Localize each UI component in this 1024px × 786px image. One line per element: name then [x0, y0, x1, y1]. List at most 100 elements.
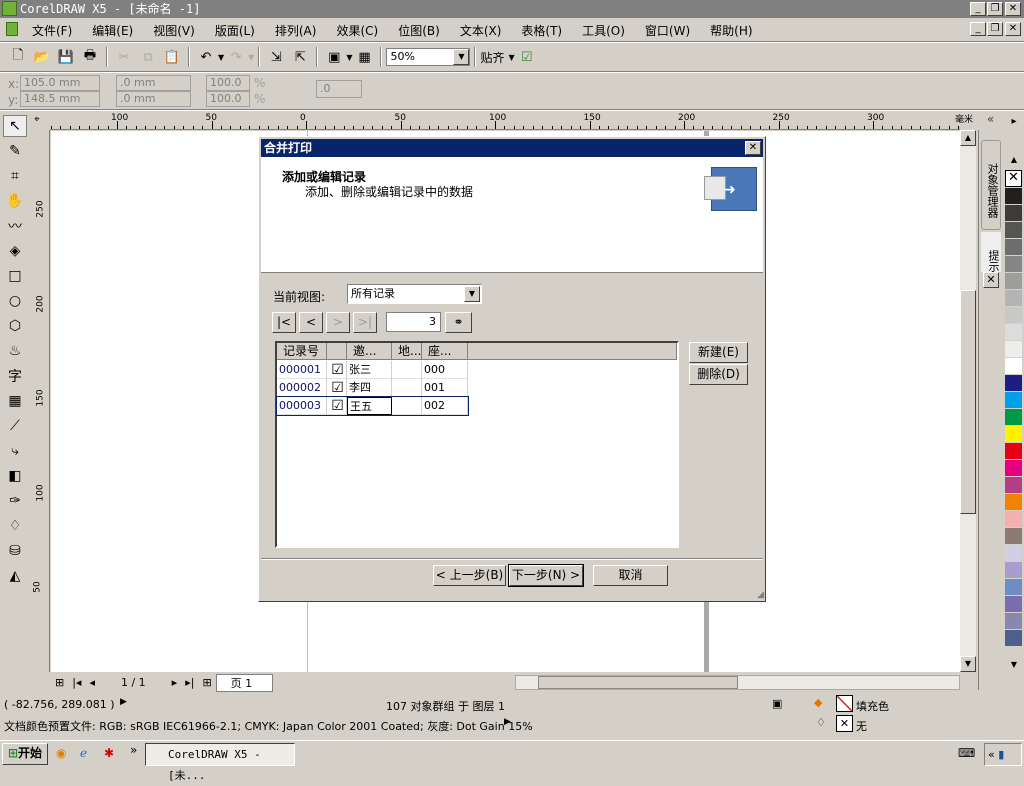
close-button[interactable]: ✕ [1005, 2, 1021, 16]
palette-scroll-down[interactable]: ▼ [1005, 660, 1023, 669]
start-button[interactable]: ⊞开始 [2, 743, 48, 765]
table-cell[interactable]: 000003 [277, 397, 327, 415]
undo-dropdown-icon[interactable]: ▼ [218, 53, 224, 62]
import-icon[interactable]: ⇲ [266, 47, 286, 67]
keyboard-icon[interactable]: ⌨ [958, 746, 975, 760]
column-header[interactable]: 座... [422, 343, 468, 360]
menu-item[interactable]: 排列(A) [275, 22, 317, 39]
first-page-icon[interactable]: |◂ [72, 676, 81, 689]
color-profile-info[interactable]: 文档颜色预置文件: RGB: sRGB IEC61966-2.1; CMYK: … [4, 718, 533, 734]
export-icon[interactable]: ⇱ [290, 47, 310, 67]
no-color-swatch[interactable]: ✕ [1005, 170, 1022, 187]
palette-swatch[interactable] [1005, 188, 1022, 205]
menu-item[interactable]: 视图(V) [153, 22, 195, 39]
tab-hints[interactable]: 提示 [981, 232, 1001, 272]
palette-swatch[interactable] [1005, 562, 1022, 579]
scroll-thumb[interactable] [960, 290, 976, 514]
prev-page-icon[interactable]: ◂ [89, 676, 95, 689]
outline-tool-icon[interactable]: ♢ [3, 515, 27, 537]
pan-tool-icon[interactable]: ✋ [3, 190, 27, 212]
interactive-fill-icon[interactable]: ◭ [3, 565, 27, 587]
table-row[interactable]: 000001 ☑ 张三 000 [277, 361, 468, 379]
width-field[interactable]: .0 mm [116, 75, 191, 91]
restore-button[interactable]: ❐ [987, 2, 1003, 16]
rotation-field[interactable]: .0 [316, 80, 362, 98]
taskbar-coreldraw-button[interactable]: CorelDRAW X5 - [未... [145, 743, 295, 782]
menu-item[interactable]: 帮助(H) [710, 22, 752, 39]
outline-swatch[interactable]: ✕ [836, 715, 853, 732]
record-checkbox[interactable]: ☑ [327, 397, 347, 415]
new-icon[interactable]: 🗋 [8, 47, 28, 67]
first-record-button[interactable]: |< [272, 312, 296, 333]
palette-swatch[interactable] [1005, 494, 1022, 511]
palette-swatch[interactable] [1005, 222, 1022, 239]
undo-icon[interactable]: ↶ [196, 47, 216, 67]
table-cell[interactable]: 李四 [347, 379, 392, 397]
palette-swatch[interactable] [1005, 273, 1022, 290]
palette-swatch[interactable] [1005, 256, 1022, 273]
minimize-button[interactable]: _ [970, 2, 986, 16]
zoom-select[interactable]: 50% ▼ [386, 48, 471, 66]
column-header[interactable]: 邀... [347, 343, 392, 360]
paste-icon[interactable]: 📋 [162, 47, 182, 67]
menu-item[interactable]: 文本(X) [460, 22, 502, 39]
palette-swatch[interactable] [1005, 375, 1022, 392]
add-page-icon[interactable]: ⊞ [55, 676, 64, 689]
table-tool-icon[interactable]: ▦ [3, 390, 27, 412]
back-button[interactable]: < 上一步(B) [433, 565, 506, 586]
fill-tool-icon[interactable]: ⛁ [3, 540, 27, 562]
quicklaunch-more-icon[interactable]: » [130, 743, 137, 757]
table-cell[interactable]: 001 [422, 379, 468, 397]
palette-scroll-up[interactable]: ▲ [1005, 155, 1023, 164]
scale-y-field[interactable]: 100.0 [206, 91, 250, 107]
menu-item[interactable]: 位图(B) [398, 22, 440, 39]
print-icon[interactable]: 🖶 [80, 47, 100, 67]
redo-dropdown-icon[interactable]: ▼ [248, 53, 254, 62]
find-binoculars-icon[interactable]: ⚭ [445, 312, 472, 333]
record-checkbox[interactable]: ☑ [327, 379, 347, 397]
palette-menu-icon[interactable]: ▸ [1005, 116, 1023, 132]
menu-item[interactable]: 效果(C) [336, 22, 378, 39]
snap-to-button[interactable]: 贴齐 [480, 49, 504, 66]
new-record-button[interactable]: 新建(E) [689, 342, 748, 363]
color-proof-icon[interactable]: ▣ [772, 697, 782, 710]
shape-tool-icon[interactable]: ✎ [3, 140, 27, 162]
tab-object-manager[interactable]: 对象管理器 [981, 140, 1001, 230]
column-header[interactable] [327, 343, 347, 360]
close-docker-icon[interactable]: ✕ [983, 272, 999, 288]
palette-swatch[interactable] [1005, 613, 1022, 630]
menu-item[interactable]: 版面(L) [215, 22, 255, 39]
text-tool-icon[interactable]: 字 [3, 365, 27, 387]
palette-swatch[interactable] [1005, 358, 1022, 375]
x-position-field[interactable]: 105.0 mm [20, 75, 100, 91]
smart-fill-icon[interactable]: ◈ [3, 240, 27, 262]
cut-icon[interactable]: ✂ [114, 47, 134, 67]
page-tab[interactable]: 页 1 [215, 673, 274, 692]
menu-item[interactable]: 表格(T) [521, 22, 562, 39]
table-cell[interactable]: 002 [422, 397, 468, 415]
palette-swatch[interactable] [1005, 392, 1022, 409]
polygon-tool-icon[interactable]: ⬡ [3, 315, 27, 337]
blend-tool-icon[interactable]: ◧ [3, 465, 27, 487]
horizontal-scrollbar[interactable] [515, 675, 961, 690]
column-header[interactable]: 地... [392, 343, 422, 360]
palette-swatch[interactable] [1005, 290, 1022, 307]
next-page-icon[interactable]: ▸ [172, 676, 178, 689]
eyedropper-tool-icon[interactable]: ✑ [3, 490, 27, 512]
redo-icon[interactable]: ↷ [226, 47, 246, 67]
ruler-origin-icon[interactable]: ⌖ [34, 114, 40, 125]
last-record-button[interactable]: >| [353, 312, 377, 333]
table-row[interactable]: 000003 ☑ 王五 002 [276, 396, 469, 416]
prev-record-button[interactable]: < [299, 312, 323, 333]
palette-swatch[interactable] [1005, 460, 1022, 477]
palette-swatch[interactable] [1005, 324, 1022, 341]
launcher-dropdown-icon[interactable]: ▼ [346, 53, 352, 62]
palette-swatch[interactable] [1005, 511, 1022, 528]
scroll-up-button[interactable]: ▲ [960, 130, 976, 146]
menu-item[interactable]: 工具(O) [582, 22, 625, 39]
table-row[interactable]: 000002 ☑ 李四 001 [277, 379, 468, 397]
palette-swatch[interactable] [1005, 426, 1022, 443]
dimension-tool-icon[interactable]: ⟋ [3, 415, 27, 437]
table-cell[interactable] [392, 379, 422, 397]
hscroll-thumb[interactable] [538, 676, 739, 689]
